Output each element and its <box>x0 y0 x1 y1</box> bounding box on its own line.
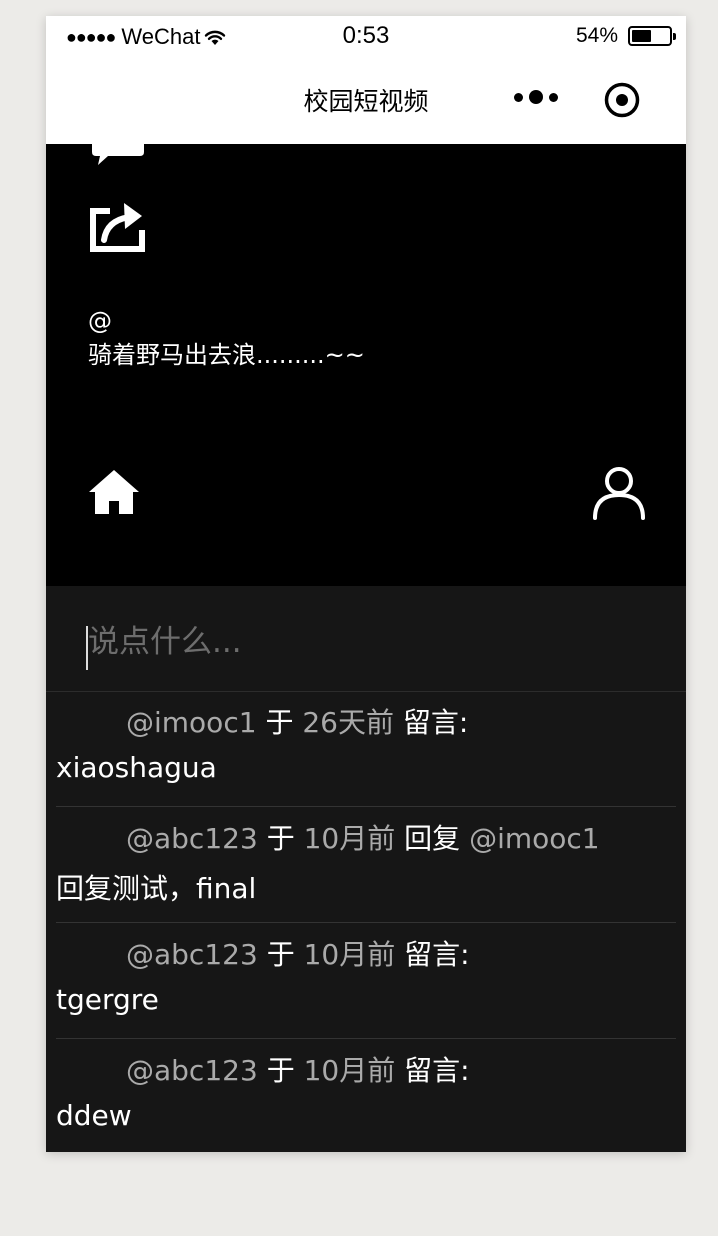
home-icon[interactable] <box>88 468 140 516</box>
comment-separator: 于 <box>266 938 295 971</box>
battery-percent: 54% <box>575 24 618 47</box>
battery-tip <box>673 33 676 40</box>
comment-text: tgergre <box>56 983 159 1016</box>
more-menu-button[interactable] <box>514 82 558 112</box>
comment-time: 10月前 <box>303 1054 396 1087</box>
comment-meta: @abc123 于 10月前 留言: <box>126 1049 470 1089</box>
comment-action: 留言: <box>402 706 469 739</box>
status-bar: ●●●●● WeChat 0:53 54% <box>46 16 686 56</box>
reply-target[interactable]: @imooc1 <box>469 822 600 855</box>
profile-icon[interactable] <box>592 466 646 520</box>
comment-meta: @abc123 于 10月前 留言: <box>126 933 470 973</box>
comment-author[interactable]: @abc123 <box>126 1054 258 1087</box>
battery-level <box>632 30 652 42</box>
comment-separator: 于 <box>265 706 294 739</box>
page-title: 校园短视频 <box>303 87 429 116</box>
comment-separator: 于 <box>266 822 295 855</box>
comment-meta: @abc123 于 10月前 回复 @imooc1 <box>126 817 600 857</box>
caption-text: 骑着野马出去浪.........~~ <box>88 341 365 369</box>
more-dot-icon <box>549 92 558 102</box>
comment-input[interactable] <box>88 624 648 660</box>
close-capsule-icon[interactable] <box>604 82 640 118</box>
comment-separator: 于 <box>266 1054 295 1087</box>
video-player[interactable]: @ 骑着野马出去浪.........~~ <box>46 144 686 586</box>
comment-text: xiaoshagua <box>56 751 217 784</box>
battery-icon <box>628 26 676 46</box>
comment-section: @imooc1 于 26天前 留言: xiaoshagua @abc123 于 … <box>46 586 686 1152</box>
comment-action: 回复 <box>404 822 461 855</box>
share-icon[interactable] <box>88 196 148 254</box>
comment-input-row <box>46 586 686 692</box>
navigation-bar: 校园短视频 <box>46 56 686 144</box>
comment-text: 回复测试，final <box>56 872 257 905</box>
comment-item[interactable]: @abc123 于 10月前 留言: tgergre <box>56 923 676 1039</box>
comment-time: 26天前 <box>302 706 394 739</box>
caption-mention: @ <box>88 307 112 335</box>
comment-text: ddew <box>56 1099 132 1132</box>
comment-meta: @imooc1 于 26天前 留言: <box>126 701 468 741</box>
battery-info: 54% <box>575 24 676 48</box>
comment-item[interactable]: @abc123 于 10月前 留言: ddew <box>56 1039 676 1152</box>
comment-time: 10月前 <box>303 822 396 855</box>
comment-author[interactable]: @abc123 <box>126 822 258 855</box>
comment-time: 10月前 <box>303 938 396 971</box>
more-dot-icon <box>529 90 543 104</box>
video-caption: @ 骑着野马出去浪.........~~ <box>88 304 365 372</box>
comment-item[interactable]: @abc123 于 10月前 回复 @imooc1 回复测试，final <box>56 807 676 923</box>
comment-action: 留言: <box>404 938 470 971</box>
comment-item[interactable]: @imooc1 于 26天前 留言: xiaoshagua <box>56 691 676 807</box>
comment-action: 留言: <box>404 1054 470 1087</box>
more-dot-icon <box>514 92 523 102</box>
phone-screen: ●●●●● WeChat 0:53 54% 校园短视频 @ 骑着野马出去浪...… <box>46 16 686 1152</box>
comment-author[interactable]: @abc123 <box>126 938 258 971</box>
comment-icon[interactable] <box>90 144 146 168</box>
comment-author[interactable]: @imooc1 <box>126 706 257 739</box>
